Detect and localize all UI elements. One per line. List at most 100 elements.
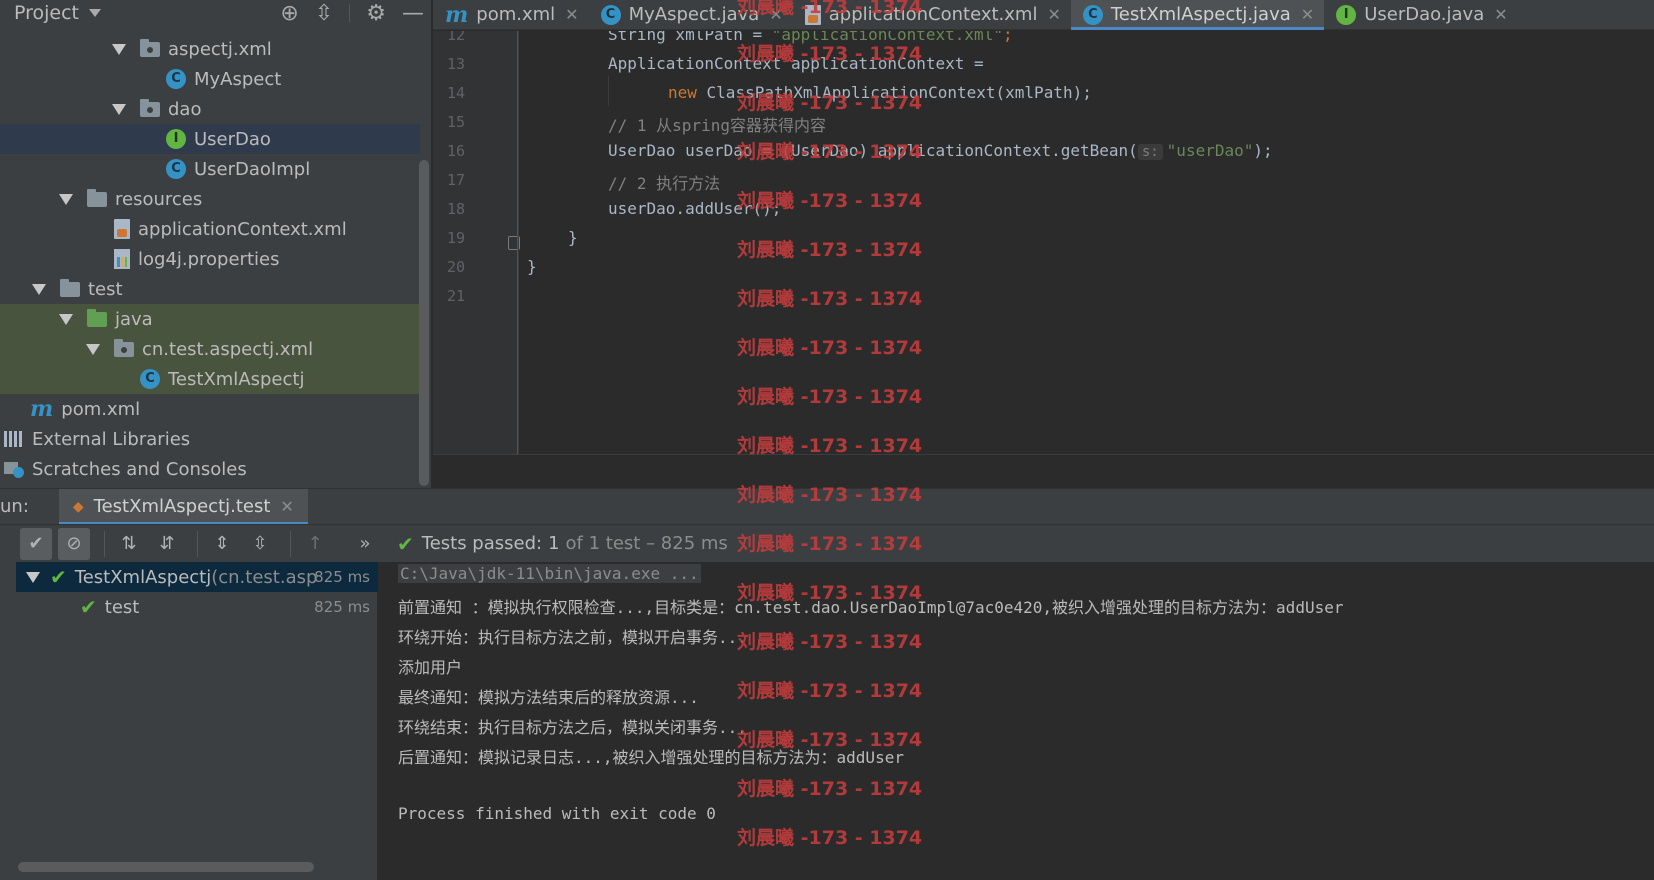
class-icon: C (166, 69, 186, 89)
tree-item-testxmlaspectj[interactable]: C TestXmlAspectj (0, 364, 420, 394)
previous-failed-test-icon[interactable]: ↑ (299, 528, 331, 560)
code-line-17: // 2 执行方法 (608, 170, 720, 194)
close-icon[interactable]: ✕ (280, 497, 293, 516)
console-line: 最终通知：模拟方法结束后的释放资源... (398, 688, 699, 707)
class-icon: C (140, 369, 160, 389)
close-icon[interactable]: ✕ (1494, 5, 1507, 24)
tree-item-cn-test-aspectj-xml[interactable]: cn.test.aspectj.xml (0, 334, 420, 364)
watermark-text: 刘晨曦 -173 - 1374 (737, 631, 923, 653)
indent-guide (608, 76, 609, 106)
tab-testxmlaspectj-java[interactable]: C TestXmlAspectj.java ✕ (1070, 0, 1325, 30)
project-tool-window: Project ⊕ ⇳ ⚙ — aspectj.xml C MyAspect d… (0, 0, 432, 488)
watermark-text: 刘晨曦 -173 - 1374 (737, 43, 923, 65)
rerun-icon[interactable] (0, 528, 14, 560)
test-duration: 825 ms (314, 568, 370, 586)
expand-triangle-icon[interactable] (26, 571, 40, 583)
tree-item-label: test (88, 278, 123, 300)
tree-horizontal-scrollbar[interactable] (18, 862, 314, 872)
close-icon[interactable]: ✕ (1047, 5, 1060, 24)
test-case-row[interactable]: ✔ test 825 ms (16, 592, 378, 622)
more-actions-icon[interactable]: » (349, 528, 381, 560)
show-ignored-toggle-icon[interactable]: ⊘ (58, 527, 90, 560)
expand-triangle-icon[interactable] (86, 343, 100, 355)
expand-triangle-icon[interactable] (59, 313, 73, 325)
tree-item-myaspect[interactable]: C MyAspect (0, 64, 420, 94)
tree-item-userdao[interactable]: I UserDao (0, 124, 420, 154)
code-editor[interactable]: 12 13 14 15 16 17 18 19 20 21 String xml… (433, 31, 1654, 454)
code-line-19: } (568, 228, 578, 247)
close-icon[interactable]: ✕ (565, 5, 578, 24)
package-icon (140, 38, 160, 57)
line-number: 12 (446, 31, 465, 44)
line-number-gutter: 12 13 14 15 16 17 18 19 20 21 (433, 31, 520, 454)
expand-triangle-icon[interactable] (112, 43, 126, 55)
watermark-text: 刘晨曦 -173 - 1374 (737, 729, 923, 751)
sort-alphabetically-icon[interactable]: ⇅ (113, 528, 145, 560)
console-line: 添加用户 (398, 658, 463, 677)
line-number: 21 (446, 287, 465, 305)
tree-item-label: Scratches and Consoles (32, 458, 247, 480)
run-tab-testxmlaspectj[interactable]: ◆ TestXmlAspectj.test ✕ (58, 488, 308, 525)
project-scrollbar[interactable] (419, 160, 429, 486)
chevron-down-icon[interactable] (89, 9, 102, 17)
libraries-icon (4, 431, 24, 447)
tree-item-log4j-properties[interactable]: log4j.properties (0, 244, 420, 274)
console-line: 环绕开始：执行目标方法之前，模拟开启事务... (398, 628, 747, 647)
editor-tab-bar: m pom.xml ✕ C MyAspect.java ✕ applicatio… (433, 0, 1654, 30)
tree-item-applicationcontext-xml[interactable]: applicationContext.xml (0, 214, 420, 244)
gear-icon[interactable]: ⚙ (366, 1, 386, 26)
locate-icon[interactable]: ⊕ (280, 1, 298, 26)
tree-item-label: pom.xml (61, 398, 141, 420)
test-name: test (104, 596, 140, 618)
keyword-token: new (668, 83, 697, 102)
check-icon: ✔ (80, 595, 97, 619)
toolbar-divider (104, 530, 105, 557)
expand-all-icon[interactable]: ⇕ (206, 528, 238, 560)
tree-item-pom-xml[interactable]: m pom.xml (0, 394, 420, 424)
expand-triangle-icon[interactable] (59, 193, 73, 205)
sort-by-duration-icon[interactable]: ⇵ (151, 528, 183, 560)
comment-token: // 2 执行方法 (608, 174, 721, 193)
check-icon: ✔ (50, 565, 67, 589)
collapse-all-icon[interactable]: ⇳ (244, 528, 276, 560)
expand-triangle-icon[interactable] (112, 103, 126, 115)
watermark-text: 刘晨曦 -173 - 1374 (737, 288, 923, 310)
tab-label: pom.xml (476, 4, 556, 25)
xml-file-icon (114, 219, 130, 239)
show-passed-toggle-icon[interactable]: ✔ (20, 527, 52, 560)
line-number: 20 (446, 258, 465, 276)
tab-pom-xml[interactable]: m pom.xml ✕ (433, 0, 589, 30)
tree-item-label: java (115, 308, 153, 330)
console-output[interactable]: C:\Java\jdk-11\bin\java.exe ... 前置通知 ：模拟… (379, 562, 1654, 880)
tab-label: UserDao.java (1364, 4, 1485, 25)
test-duration: 825 ms (314, 598, 370, 616)
line-number: 19 (446, 229, 465, 247)
tree-item-java[interactable]: java (0, 304, 420, 334)
watermark-text: 刘晨曦 -173 - 1374 (737, 386, 923, 408)
tree-item-aspectj-xml[interactable]: aspectj.xml (0, 34, 420, 64)
tree-item-scratches[interactable]: Scratches and Consoles (0, 454, 420, 484)
watermark-text: 刘晨曦 -173 - 1374 (737, 141, 923, 163)
properties-file-icon (114, 249, 130, 269)
test-package: (cn.test.asp (211, 566, 318, 588)
collapse-all-icon[interactable]: ⇳ (315, 1, 333, 26)
test-suite-row[interactable]: ✔ TestXmlAspectj (cn.test.asp 825 ms (16, 562, 378, 592)
console-command-line[interactable]: C:\Java\jdk-11\bin\java.exe ... (398, 564, 701, 583)
watermark-text: 刘晨曦 -173 - 1374 (737, 337, 923, 359)
close-icon[interactable]: ✕ (1301, 5, 1314, 24)
comment-token: // 1 从spring容器获得内容 (608, 116, 826, 135)
tree-item-external-libraries[interactable]: External Libraries (0, 424, 420, 454)
tab-userdao-java[interactable]: I UserDao.java ✕ (1324, 0, 1517, 30)
tree-item-label: UserDaoImpl (194, 158, 311, 180)
tree-item-label: TestXmlAspectj (168, 368, 305, 390)
project-view-selector[interactable]: Project (14, 2, 79, 24)
tree-item-dao[interactable]: dao (0, 94, 420, 124)
tree-item-userdaoimpl[interactable]: C UserDaoImpl (0, 154, 420, 184)
hide-panel-icon[interactable]: — (402, 1, 424, 26)
tree-item-label: MyAspect (194, 68, 282, 90)
code-token: ); (1253, 141, 1273, 160)
tree-item-resources[interactable]: resources (0, 184, 420, 214)
tree-item-test[interactable]: test (0, 274, 420, 304)
expand-triangle-icon[interactable] (32, 283, 46, 295)
maven-icon: m (30, 396, 54, 422)
